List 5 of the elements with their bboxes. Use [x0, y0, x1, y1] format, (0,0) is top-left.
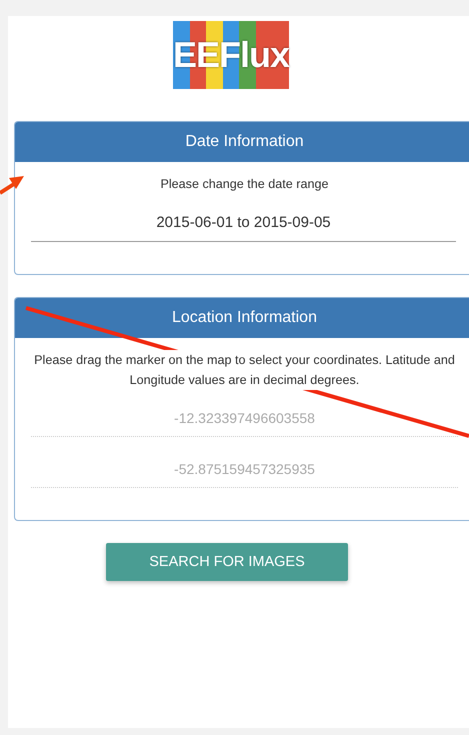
arrow	[0, 176, 24, 195]
date-range-field[interactable]: 2015-06-01 to 2015-09-05	[31, 202, 456, 242]
panel-header: Date Information	[15, 122, 469, 162]
panel-header: Location Information	[15, 298, 469, 338]
search-button[interactable]: SEARCH FOR IMAGES	[106, 543, 348, 581]
